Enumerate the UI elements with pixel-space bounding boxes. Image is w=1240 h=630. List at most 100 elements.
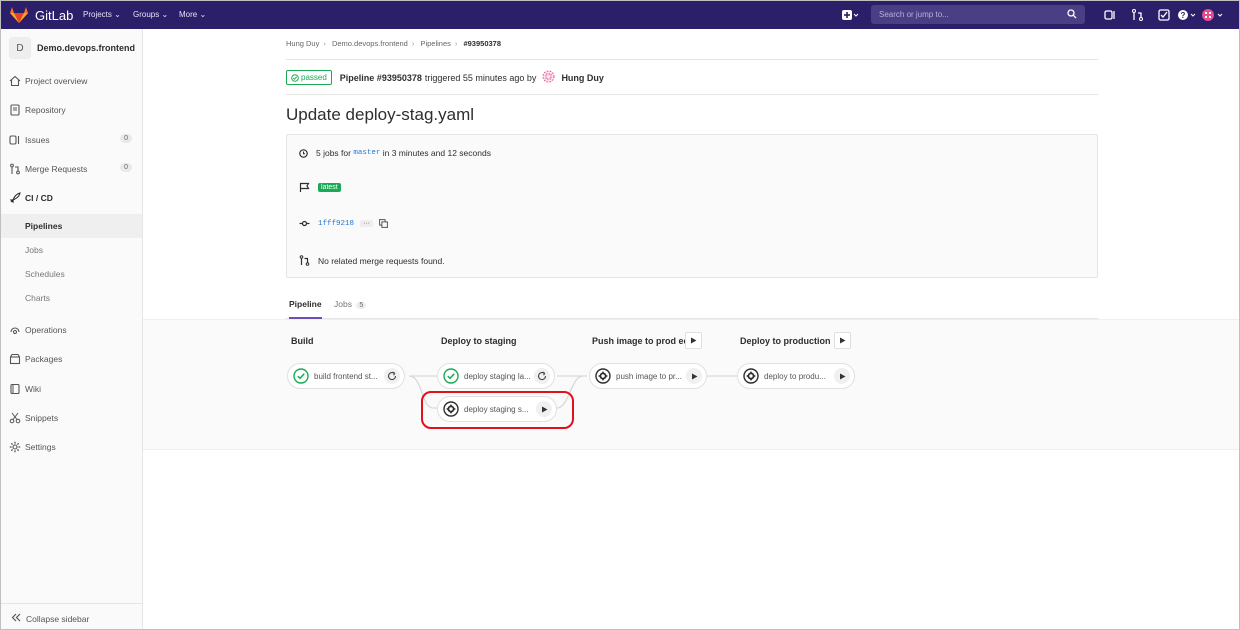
- retry-button[interactable]: [384, 368, 400, 384]
- branch-link[interactable]: master: [353, 149, 380, 157]
- job-push-image[interactable]: push image to pr...: [589, 363, 707, 389]
- merge-request-icon: [299, 255, 310, 266]
- pipeline-info-box: 5 jobs for master in 3 minutes and 12 se…: [286, 134, 1098, 278]
- project-avatar: D: [9, 37, 31, 59]
- top-navbar: GitLab Projects ⌄ Groups ⌄ More ⌄ Search…: [1, 1, 1239, 29]
- commit-icon: [299, 219, 310, 228]
- expand-commit-button[interactable]: ···: [360, 220, 374, 227]
- sidebar-item-issues[interactable]: Issues 0: [1, 128, 142, 152]
- stage-play-deploy-production-button[interactable]: [834, 332, 851, 349]
- jobs-count-badge: 5: [356, 302, 367, 309]
- nav-projects[interactable]: Projects ⌄: [83, 10, 121, 19]
- pipeline-tabs: Pipeline Jobs 5: [286, 297, 1098, 319]
- copy-icon[interactable]: [379, 219, 388, 228]
- pipeline-status-row: passed Pipeline #93950378 triggered 55 m…: [286, 70, 604, 85]
- sidebar-item-operations[interactable]: Operations: [1, 318, 142, 342]
- status-badge[interactable]: passed: [286, 70, 332, 85]
- divider: [286, 94, 1098, 95]
- play-button[interactable]: [834, 368, 850, 384]
- browser-frame: GitLab Projects ⌄ Groups ⌄ More ⌄ Search…: [0, 0, 1240, 630]
- sidebar-sub-pipelines[interactable]: Pipelines: [1, 214, 142, 238]
- merge-requests-count-badge: 0: [120, 163, 132, 172]
- sidebar-item-packages[interactable]: Packages: [1, 347, 142, 371]
- jobs-summary-row: 5 jobs for master in 3 minutes and 12 se…: [299, 148, 491, 158]
- rocket-icon: [9, 192, 21, 204]
- tab-pipeline[interactable]: Pipeline: [289, 299, 322, 319]
- user-menu[interactable]: [1201, 8, 1225, 22]
- merge-requests-row: No related merge requests found.: [299, 255, 445, 266]
- job-deploy-staging-la[interactable]: deploy staging la...: [437, 363, 555, 389]
- issues-count-badge: 0: [120, 134, 132, 143]
- merge-request-icon: [10, 163, 20, 175]
- todo-nav-icon[interactable]: [1157, 8, 1171, 22]
- tanuki-logo-icon: [10, 7, 28, 23]
- stage-title-deploy-staging: Deploy to staging: [441, 336, 517, 346]
- play-icon: [839, 373, 845, 379]
- sidebar-sub-charts[interactable]: Charts: [1, 286, 142, 310]
- manual-status-icon: [743, 368, 759, 384]
- user-avatar-icon: [1202, 9, 1223, 21]
- clock-icon: [299, 148, 308, 158]
- new-dropdown[interactable]: [841, 8, 859, 22]
- book-open-icon: [10, 383, 20, 395]
- nav-groups[interactable]: Groups ⌄: [133, 10, 168, 19]
- sidebar-item-merge-requests[interactable]: Merge Requests 0: [1, 157, 142, 181]
- user-avatar-icon[interactable]: [542, 70, 555, 85]
- issues-nav-icon[interactable]: [1103, 8, 1117, 22]
- user-name-link[interactable]: Hung Duy: [561, 73, 604, 83]
- job-build-frontend[interactable]: build frontend st...: [287, 363, 405, 389]
- nav-more[interactable]: More ⌄: [179, 10, 206, 19]
- sidebar-sub-schedules[interactable]: Schedules: [1, 262, 142, 286]
- brand-name: GitLab: [35, 7, 74, 23]
- divider: [286, 59, 1098, 60]
- retry-icon: [537, 371, 547, 381]
- job-deploy-production[interactable]: deploy to produ...: [737, 363, 855, 389]
- sidebar-item-settings[interactable]: Settings: [1, 435, 142, 459]
- play-button[interactable]: [686, 368, 702, 384]
- stage-title-deploy-production: Deploy to production: [740, 336, 831, 346]
- main-content: Hung Duy › Demo.devops.frontend › Pipeline…: [143, 29, 1239, 629]
- svg-text:?: ?: [1181, 11, 1186, 20]
- sidebar-item-ci-cd[interactable]: CI / CD: [1, 186, 142, 210]
- retry-button[interactable]: [534, 368, 550, 384]
- scissors-icon: [9, 412, 21, 424]
- double-chevron-left-icon: [11, 613, 21, 624]
- check-circle-icon: [291, 73, 299, 82]
- project-header[interactable]: D Demo.devops.frontend: [1, 29, 142, 66]
- retry-icon: [387, 371, 397, 381]
- gear-icon: [9, 441, 21, 453]
- stage-title-build: Build: [291, 336, 314, 346]
- stage-play-push-image-button[interactable]: [685, 332, 702, 349]
- breadcrumb-current[interactable]: #93950378: [463, 39, 501, 48]
- home-icon: [9, 75, 21, 87]
- sidebar-item-project-overview[interactable]: Project overview: [1, 69, 142, 93]
- book-icon: [10, 104, 20, 116]
- search-icon: [1067, 9, 1077, 19]
- plus-icon: [842, 10, 859, 20]
- collapse-sidebar-button[interactable]: Collapse sidebar: [1, 603, 142, 629]
- project-name: Demo.devops.frontend: [37, 43, 136, 53]
- tab-jobs[interactable]: Jobs 5: [334, 299, 367, 319]
- sidebar-item-repository[interactable]: Repository: [1, 98, 142, 122]
- sidebar-item-snippets[interactable]: Snippets: [1, 406, 142, 430]
- breadcrumb-user[interactable]: Hung Duy: [286, 39, 319, 48]
- sidebar-item-wiki[interactable]: Wiki: [1, 377, 142, 401]
- breadcrumb-pipelines[interactable]: Pipelines: [420, 39, 450, 48]
- highlight-annotation: [421, 391, 574, 429]
- merge-request-nav-icon[interactable]: [1131, 8, 1145, 22]
- help-nav-icon[interactable]: ?: [1177, 8, 1197, 22]
- sidebar-sub-jobs[interactable]: Jobs: [1, 238, 142, 262]
- search-box[interactable]: [871, 5, 1085, 24]
- success-status-icon: [443, 368, 459, 384]
- flag-icon: [299, 182, 310, 193]
- latest-badge: latest: [318, 183, 341, 192]
- commit-sha-link[interactable]: 1fff9218: [318, 220, 354, 228]
- stage-title-push-image: Push image to prod ec: [592, 336, 689, 346]
- breadcrumb-project[interactable]: Demo.devops.frontend: [332, 39, 408, 48]
- gitlab-logo[interactable]: GitLab: [9, 6, 73, 24]
- success-status-icon: [293, 368, 309, 384]
- commit-row: 1fff9218 ···: [299, 219, 388, 228]
- search-input[interactable]: [871, 5, 1057, 24]
- pipeline-graph: Build Deploy to staging Push image to pr…: [143, 319, 1239, 450]
- sidebar: D Demo.devops.frontend Project overview …: [1, 29, 143, 629]
